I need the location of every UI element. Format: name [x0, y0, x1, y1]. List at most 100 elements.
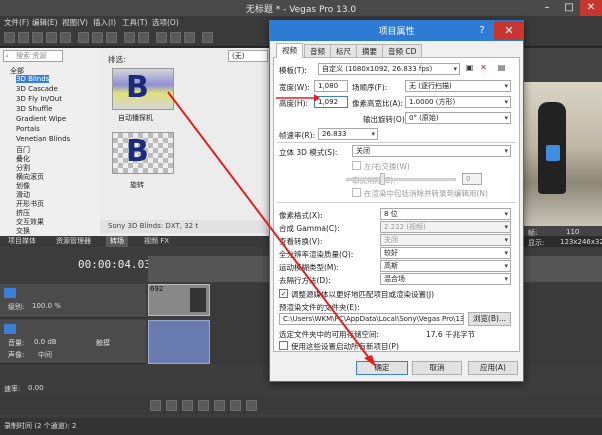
menu-tools[interactable]: 工具(T)	[122, 17, 147, 28]
template-label: 模板(T):	[279, 66, 307, 75]
cancel-button[interactable]: 取消	[412, 361, 462, 375]
tab-video[interactable]: 视频	[276, 43, 303, 58]
tree-item[interactable]: 3D Cascade	[16, 85, 58, 93]
field-order-select[interactable]: 无 (逐行扫描) ▾	[405, 80, 511, 92]
new-icon[interactable]	[4, 32, 15, 43]
chevron-down-icon: ▾	[371, 130, 375, 138]
template-value: 自定义 (1080x1092, 26.833 fps)	[322, 65, 433, 73]
swap-lr-checkbox[interactable]	[352, 161, 361, 170]
pixel-format-select[interactable]: 8 位 ▾	[380, 208, 511, 220]
preview-quality-select[interactable]: (无)	[228, 50, 268, 62]
frame-rate-select[interactable]: 26.833 ▾	[318, 128, 378, 140]
close-button[interactable]: ✕	[580, 0, 602, 16]
width-input[interactable]: 1,080	[314, 80, 348, 92]
browse-button[interactable]: 浏览(B)...	[468, 312, 511, 326]
crosstalk-input[interactable]: 0	[462, 173, 482, 185]
tree-item[interactable]: 3D Fly In/Out	[16, 95, 62, 103]
view-transform-select[interactable]: 关闭 ▾	[380, 234, 511, 246]
tab-audio-cd[interactable]: 音频 CD	[382, 44, 423, 58]
window-title: 无标题 * - Vegas Pro 13.0	[245, 5, 357, 15]
tree-item[interactable]: 交换	[16, 226, 30, 236]
tab-explorer[interactable]: 资源管理器	[52, 236, 95, 247]
zoom-tool-icon[interactable]	[184, 32, 195, 43]
swap-lr-label: 左/右交换(W)	[364, 162, 410, 171]
height-input[interactable]: 1,092	[314, 96, 348, 108]
paste-icon[interactable]	[106, 32, 117, 43]
render-quality-select[interactable]: 较好 ▾	[380, 247, 511, 259]
tab-summary[interactable]: 摘要	[356, 44, 383, 58]
apply-button[interactable]: 应用(A)	[468, 361, 518, 375]
tree-item[interactable]: Gradient Wipe	[16, 115, 66, 123]
ok-button[interactable]: 确定	[356, 361, 408, 375]
stereo-3d-value: 关闭	[356, 147, 370, 155]
prerender-folder-input[interactable]: C:\Users\WKM\PC\AppData\Local\Sony\Vegas…	[279, 313, 464, 325]
adjust-media-checkbox[interactable]: ✓	[279, 289, 288, 298]
tree-item[interactable]: 3D Shuffle	[16, 105, 52, 113]
tab-ruler[interactable]: 标尺	[330, 44, 357, 58]
stereo-3d-select[interactable]: 关闭 ▾	[352, 145, 511, 157]
field-order-value: 无 (逐行扫描)	[409, 82, 452, 90]
maximize-button[interactable]: □	[558, 0, 580, 16]
view-transform-label: 查看转换(V):	[279, 237, 323, 246]
save-template-icon[interactable]: ▣	[464, 63, 475, 74]
tree-item-3d-blinds[interactable]: 3D Blinds	[16, 75, 50, 83]
loop-icon[interactable]	[166, 400, 177, 411]
cut-icon[interactable]	[78, 32, 89, 43]
envelope-tool-icon[interactable]	[170, 32, 181, 43]
menu-file[interactable]: 文件(F)	[4, 17, 29, 28]
play-icon[interactable]	[182, 400, 193, 411]
deinterlace-select[interactable]: 混合场 ▾	[380, 273, 511, 285]
include-checkbox[interactable]	[352, 188, 361, 197]
stop-icon[interactable]	[230, 400, 241, 411]
open-icon[interactable]	[18, 32, 29, 43]
tree-item[interactable]: Portals	[16, 125, 40, 133]
motion-blur-select[interactable]: 高斯 ▾	[380, 260, 511, 272]
edit-tool-icon[interactable]	[156, 32, 167, 43]
redo-icon[interactable]	[138, 32, 149, 43]
match-media-icon[interactable]: ▤	[496, 63, 507, 74]
rotation-value: 0° (原始)	[409, 114, 439, 122]
copy-icon[interactable]	[92, 32, 103, 43]
save-icon[interactable]	[32, 32, 43, 43]
rotation-select[interactable]: 0° (原始) ▾	[405, 112, 511, 124]
delete-template-icon[interactable]: ✕	[478, 63, 489, 74]
go-to-start-icon[interactable]	[246, 400, 257, 411]
gamma-select[interactable]: 2.222 (视频) ▾	[380, 221, 511, 233]
template-select[interactable]: 自定义 (1080x1092, 26.833 fps) ▾	[318, 63, 460, 75]
dialog-help-button[interactable]: ?	[470, 21, 494, 40]
explorer-search-input[interactable]: 搜索 资源	[3, 50, 63, 62]
help-icon[interactable]	[202, 32, 213, 43]
chevron-down-icon: ▾	[504, 275, 508, 283]
pixel-aspect-select[interactable]: 1.0000 (方形) ▾	[405, 96, 511, 108]
tree-item[interactable]: Venetian Blinds	[16, 135, 70, 143]
prerender-folder-label: 预渲染文件的文件夹(E):	[279, 303, 360, 312]
tab-video-fx[interactable]: 视频 FX	[140, 236, 173, 247]
touch-mode-label[interactable]: 触摸	[96, 338, 110, 348]
undo-icon[interactable]	[124, 32, 135, 43]
audio-clip[interactable]	[148, 320, 210, 364]
play-from-start-icon[interactable]	[198, 400, 209, 411]
tab-transitions[interactable]: 转场	[106, 236, 128, 247]
chevron-down-icon: ▾	[504, 82, 508, 90]
menu-edit[interactable]: 编辑(E)	[32, 17, 58, 28]
video-track-header[interactable]	[0, 284, 146, 318]
pause-icon[interactable]	[214, 400, 225, 411]
chevron-down-icon: ▾	[504, 249, 508, 257]
dialog-close-button[interactable]: ✕	[494, 21, 524, 40]
crosstalk-slider-track[interactable]	[346, 178, 456, 181]
properties-icon[interactable]	[46, 32, 57, 43]
record-icon[interactable]	[150, 400, 161, 411]
pixel-format-value: 8 位	[384, 210, 398, 218]
tab-project-media[interactable]: 项目媒体	[4, 236, 40, 247]
crosstalk-slider-handle[interactable]	[380, 173, 385, 185]
minimize-button[interactable]: –	[536, 0, 558, 16]
menu-options[interactable]: 选项(O)	[152, 17, 179, 28]
render-icon[interactable]	[60, 32, 71, 43]
menu-insert[interactable]: 插入(I)	[93, 17, 116, 28]
preview-bucket-shape	[546, 145, 560, 161]
use-settings-checkbox[interactable]	[279, 341, 288, 350]
chevron-down-icon: ▾	[504, 147, 508, 155]
menu-view[interactable]: 视图(V)	[62, 17, 88, 28]
width-label: 宽度(W):	[279, 83, 310, 92]
tab-audio[interactable]: 音频	[304, 44, 331, 58]
